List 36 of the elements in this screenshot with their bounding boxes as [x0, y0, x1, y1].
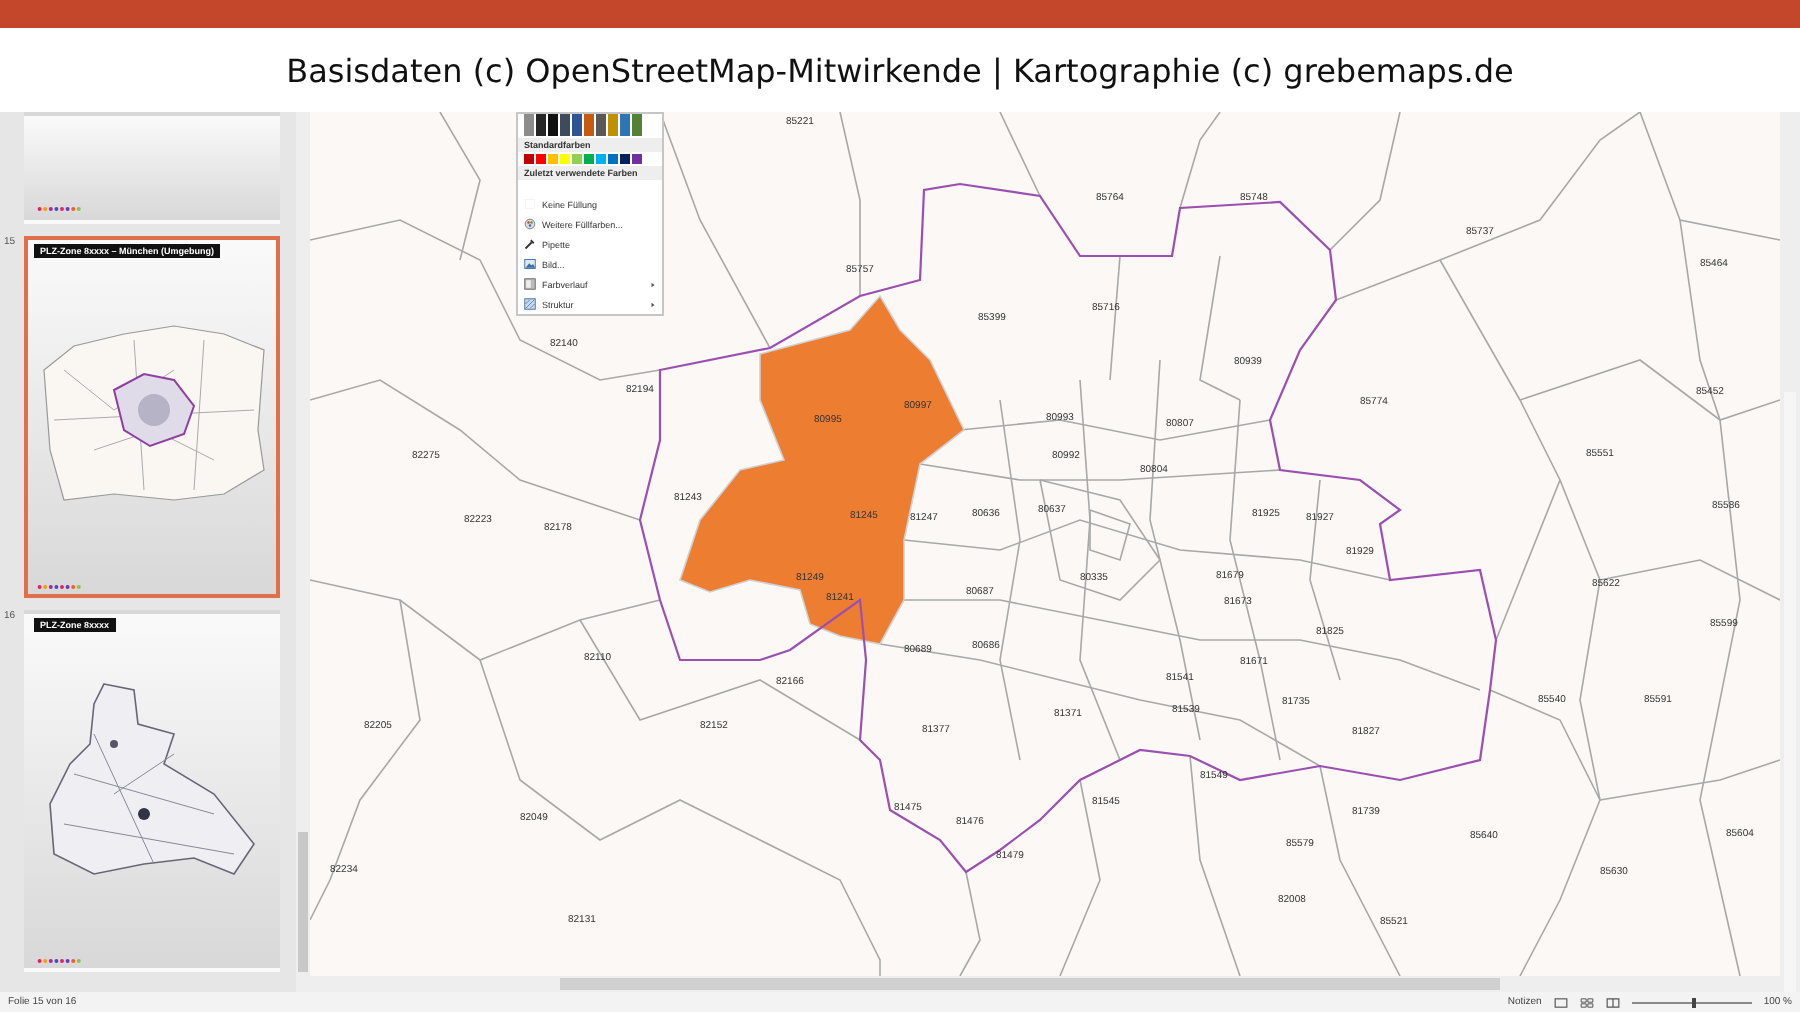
color-swatch[interactable] [560, 154, 570, 164]
color-swatch[interactable] [560, 114, 570, 136]
slide-thumbnail[interactable] [24, 112, 280, 224]
reading-view-icon[interactable] [1605, 997, 1620, 1007]
vertical-scrollbar[interactable] [1780, 112, 1800, 992]
color-swatch[interactable] [536, 154, 546, 164]
color-swatch[interactable] [608, 154, 618, 164]
color-swatch[interactable] [572, 154, 582, 164]
banner-text: Basisdaten (c) OpenStreetMap-Mitwirkende | Kartographie (c) grebemaps.de [286, 51, 1514, 89]
texture-icon [524, 298, 536, 310]
thumbnail-scrollbar[interactable] [296, 112, 310, 992]
color-swatch[interactable] [584, 154, 594, 164]
eyedropper-icon [524, 238, 536, 250]
color-swatch[interactable] [548, 114, 558, 136]
color-swatch[interactable] [524, 114, 534, 136]
color-swatch[interactable] [632, 154, 642, 164]
slide-sorter-icon[interactable] [1579, 997, 1594, 1007]
color-swatch[interactable] [596, 114, 606, 136]
zone-boundary [999, 112, 1041, 197]
color-swatch[interactable] [620, 114, 630, 136]
color-swatch[interactable] [524, 154, 534, 164]
color-swatch[interactable] [548, 154, 558, 164]
horizontal-scrollbar[interactable] [310, 976, 1780, 992]
normal-view-icon[interactable] [1553, 997, 1568, 1007]
color-swatch[interactable] [572, 114, 582, 136]
color-swatch[interactable] [596, 154, 606, 164]
zone-boundary [1179, 112, 1221, 209]
zone-boundary [959, 871, 981, 976]
color-swatch[interactable] [536, 114, 546, 136]
palette-icon [524, 218, 536, 230]
color-swatch[interactable] [620, 154, 630, 164]
color-swatch[interactable] [584, 114, 594, 136]
color-swatch[interactable] [632, 114, 642, 136]
picture-icon [524, 258, 536, 270]
gradient-icon [524, 278, 536, 290]
color-swatch[interactable] [608, 114, 618, 136]
